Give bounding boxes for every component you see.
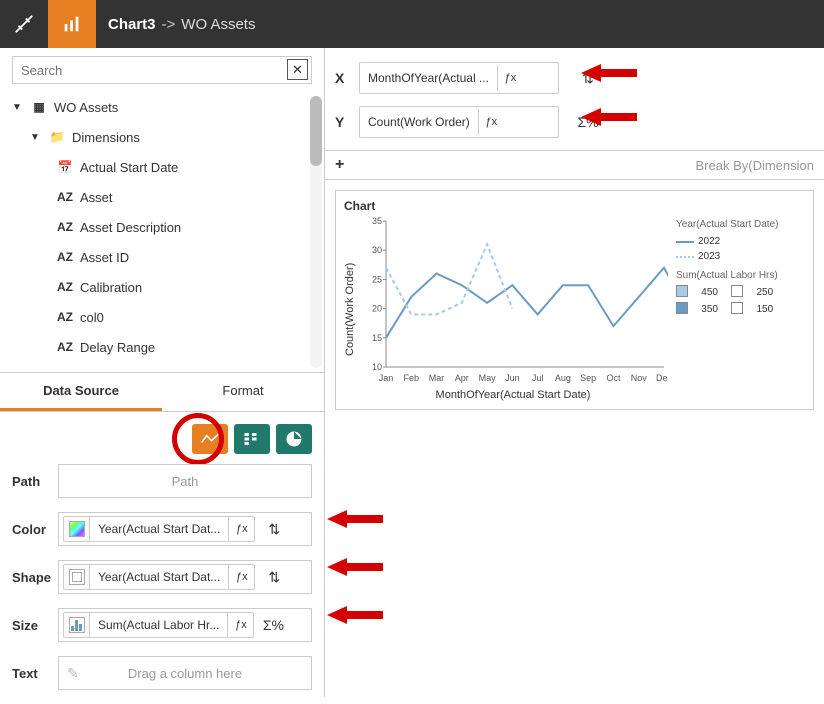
tree-item[interactable]: AZAsset ID [4,242,320,272]
shelf-size-drop[interactable]: Sum(Actual Labor Hr... ƒx Σ% [58,608,312,642]
chevron-down-icon: ▼ [12,102,24,113]
shelf-label-text: Text [12,666,58,681]
text-icon: AZ [56,250,74,264]
svg-text:30: 30 [372,245,382,255]
svg-text:Jul: Jul [532,373,544,383]
annotation-arrow [327,508,383,530]
text-icon: AZ [56,220,74,234]
svg-text:Feb: Feb [404,373,420,383]
shelf-label-shape: Shape [12,570,58,585]
annotation-arrow [327,604,383,626]
chart-name: Chart3 [108,16,156,33]
svg-text:Mar: Mar [429,373,445,383]
svg-text:Oct: Oct [606,373,621,383]
svg-text:Jan: Jan [379,373,394,383]
color-swatch-icon [64,516,90,542]
folder-icon: 📁 [48,130,66,144]
tree-group-dimensions[interactable]: ▼ 📁 Dimensions [4,122,320,152]
fx-icon[interactable]: ƒx [228,516,254,542]
svg-text:Dec: Dec [656,373,668,383]
chart-ylabel: Count(Work Order) [344,217,358,401]
fx-icon[interactable]: ƒx [478,109,504,135]
y-axis-pill[interactable]: Count(Work Order) ƒx [359,106,559,138]
tree-item[interactable]: AZCalibration [4,272,320,302]
chart-view-button[interactable] [48,0,96,48]
text-icon: AZ [56,190,74,204]
search-input[interactable] [12,56,312,84]
svg-text:Sep: Sep [580,373,596,383]
fx-icon[interactable]: ƒx [227,612,253,638]
y-axis-label: Y [335,114,349,130]
sort-icon[interactable]: ⇅ [261,569,287,586]
date-icon: 📅 [56,160,74,174]
shelf-text-drop[interactable]: ✎ Drag a column here [58,656,312,690]
sigma-icon[interactable]: Σ% [260,617,286,633]
shelf-shape-drop[interactable]: Year(Actual Start Dat... ƒx ⇅ [58,560,312,594]
tree-item[interactable]: AZDelay Range [4,332,320,362]
text-icon: AZ [56,310,74,324]
shelf-path-drop[interactable]: Path [58,464,312,498]
chart-plot: 10 15 20 25 30 35 Jan Feb Mar Apr May Jun Jul Aug Sep O… [358,217,668,387]
tree-item[interactable]: AZAsset Description [4,212,320,242]
sort-icon[interactable]: ⇅ [575,70,601,87]
svg-text:Jun: Jun [505,373,520,383]
annotation-arrow [327,556,383,578]
fx-icon[interactable]: ƒx [497,65,523,91]
tab-data-source[interactable]: Data Source [0,373,162,411]
tree-root[interactable]: ▼ ▦ WO Assets [4,92,320,122]
x-axis-value: MonthOfYear(Actual ... [360,71,497,85]
chart-legend: Year(Actual Start Date) 2022 2023 Sum(Ac… [668,217,778,401]
chart-type-pie-button[interactable] [276,424,312,454]
table-icon: ▦ [30,100,48,114]
shelf-label-size: Size [12,618,58,633]
svg-text:Apr: Apr [455,373,469,383]
chart-type-stack-button[interactable] [234,424,270,454]
tree-item[interactable]: AZAsset [4,182,320,212]
y-axis-value: Count(Work Order) [360,115,478,129]
fx-icon[interactable]: ƒx [228,564,254,590]
sort-icon[interactable]: ⇅ [261,521,287,538]
data-tree: ▼ ▦ WO Assets ▼ 📁 Dimensions 📅Actual Sta… [0,92,324,362]
tree-item[interactable]: 📅Actual Start Date [4,152,320,182]
text-icon: AZ [56,340,74,354]
shelf-size-value: Sum(Actual Labor Hr... [90,618,227,632]
svg-text:15: 15 [372,333,382,343]
shelf-label-color: Color [12,522,58,537]
x-axis-label: X [335,70,349,86]
app-menu-button[interactable] [0,0,48,48]
title-arrow: -> [162,16,176,33]
tree-item[interactable]: AZcol0 [4,302,320,332]
svg-text:Nov: Nov [631,373,648,383]
close-icon[interactable]: ✕ [287,59,308,80]
plus-icon: + [335,156,351,174]
text-icon: AZ [56,280,74,294]
shelf-shape-value: Year(Actual Start Dat... [90,570,228,584]
svg-text:10: 10 [372,362,382,372]
svg-text:20: 20 [372,304,382,314]
chart-xlabel: MonthOfYear(Actual Start Date) [358,389,668,401]
source-name: WO Assets [181,16,255,33]
x-axis-pill[interactable]: MonthOfYear(Actual ... ƒx [359,62,559,94]
topbar: Chart3 -> WO Assets [0,0,824,48]
svg-text:May: May [479,373,497,383]
chart-title: Chart [344,199,805,213]
shelf-color-value: Year(Actual Start Dat... [90,522,228,536]
pencil-icon: ✎ [67,665,79,682]
tab-format[interactable]: Format [162,373,324,411]
chart-preview: Chart Count(Work Order) 10 15 20 25 30 35 Jan F… [335,190,814,410]
shape-swatch-icon [64,564,90,590]
sigma-icon[interactable]: Σ% [575,114,601,130]
shelf-color-drop[interactable]: Year(Actual Start Dat... ƒx ⇅ [58,512,312,546]
scrollbar-thumb[interactable] [310,96,322,166]
chevron-down-icon: ▼ [30,132,42,143]
page-title: Chart3 -> WO Assets [96,16,255,33]
svg-text:35: 35 [372,217,382,226]
chart-type-line-button[interactable] [192,424,228,454]
break-by-drop[interactable]: + Break By(Dimension [325,150,824,180]
shelf-label-path: Path [12,474,58,489]
svg-text:25: 25 [372,274,382,284]
size-swatch-icon [64,612,90,638]
svg-text:Aug: Aug [555,373,571,383]
